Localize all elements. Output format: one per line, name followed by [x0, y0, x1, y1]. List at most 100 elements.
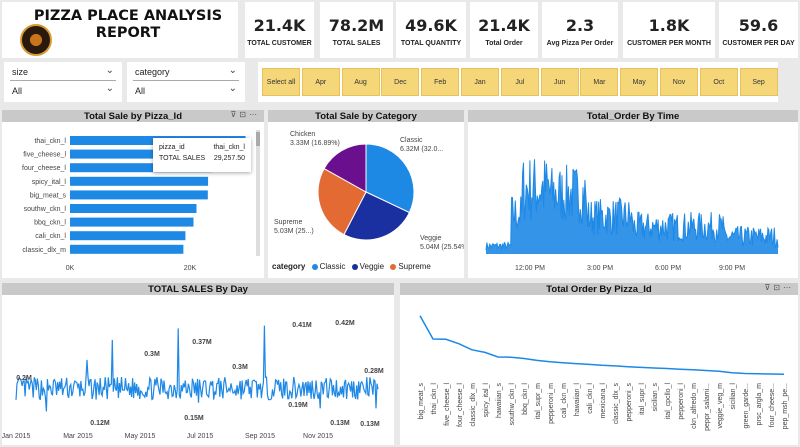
- category-slicer-title: category: [135, 67, 170, 77]
- x-tick-label: spicy_ital_l: [483, 383, 490, 418]
- kpi-card-avg-pizza-per-order: 2.3 Avg Pizza Per Order: [542, 2, 618, 58]
- x-tick-label: 3:00 PM: [587, 265, 613, 272]
- kpi-card-total-sales: 78.2M TOTAL SALES: [320, 2, 393, 58]
- x-tick-label: Jan 2015: [2, 433, 31, 440]
- bar: [70, 204, 197, 213]
- x-tick-label: prsc_argla_m: [756, 383, 763, 426]
- x-tick-label: pepperoni_l: [678, 383, 685, 420]
- x-tick-label: May 2015: [125, 433, 156, 440]
- pie-label: Chicken 3.33M (16.89%): [290, 131, 340, 147]
- pizza-logo-icon: [20, 24, 52, 56]
- kpi-label: Total Order: [485, 40, 523, 47]
- data-label: 0.37M: [192, 339, 212, 346]
- data-label: 0.41M: [292, 322, 312, 329]
- x-tick-label: mexicana_l: [600, 383, 607, 419]
- kpi-value: 49.6K: [405, 16, 457, 35]
- x-tick-label: 12:00 PM: [515, 265, 545, 272]
- kpi-value: 21.4K: [478, 16, 530, 35]
- data-label: 0.28M: [364, 368, 384, 375]
- tooltip-value: thai_ckn_l: [213, 144, 245, 151]
- month-button[interactable]: Select all: [262, 68, 300, 96]
- month-button[interactable]: Dec: [381, 68, 420, 96]
- bar-label: cali_ckn_l: [35, 233, 66, 240]
- tooltip-value: 29,257.50: [213, 155, 245, 162]
- legend-dot-supreme: [390, 263, 397, 270]
- month-button[interactable]: Jan: [461, 68, 499, 96]
- size-slicer-title: size: [12, 67, 29, 77]
- legend-dot-classic: [311, 263, 318, 270]
- x-tick-label: 6:00 PM: [655, 265, 681, 272]
- data-label: 0.19M: [288, 402, 308, 409]
- x-tick-label: Jul 2015: [187, 433, 214, 440]
- divider: [10, 80, 116, 81]
- kpi-card-total-customer: 21.4K TOTAL CUSTOMER: [245, 2, 314, 58]
- kpi-label: CUSTOMER PER DAY: [722, 40, 795, 47]
- size-slicer-value[interactable]: All: [12, 86, 22, 96]
- month-button[interactable]: Mar: [580, 68, 619, 96]
- data-label: 0.3M: [232, 364, 248, 371]
- month-button[interactable]: Feb: [421, 68, 460, 96]
- legend-item[interactable]: Supreme: [398, 262, 430, 271]
- kpi-value: 2.3: [565, 16, 595, 35]
- kpi-value: 78.2M: [328, 16, 385, 35]
- orders-by-pizza-panel: Total Order By Pizza_Id ⊽⊡⋯ big_meat_s th…: [400, 283, 798, 445]
- size-slicer[interactable]: size ⌄ All ⌄: [4, 62, 122, 102]
- kpi-label: TOTAL SALES: [332, 40, 381, 47]
- x-tick-label: classic_dlx_s: [613, 383, 620, 425]
- month-button[interactable]: Apr: [301, 68, 340, 96]
- data-label: 0.12M: [90, 420, 110, 427]
- x-tick-label: sicilian_l: [730, 383, 737, 410]
- month-button[interactable]: Sep: [739, 68, 778, 96]
- month-button[interactable]: Nov: [660, 68, 698, 96]
- sales-by-day-panel: TOTAL SALES By Day 0.2M 0.12M 0.3M 0.37M 0.1…: [2, 283, 394, 445]
- chevron-down-icon[interactable]: ⌄: [106, 83, 114, 94]
- bar: [70, 244, 184, 254]
- bar: [70, 176, 209, 186]
- x-tick-label: 9:00 PM: [719, 265, 745, 272]
- kpi-card-customer-per-month: 1.8K CUSTOMER PER MONTH: [623, 2, 715, 58]
- x-tick-label: 20K: [184, 265, 197, 272]
- month-button[interactable]: Aug: [341, 68, 380, 96]
- pie-chart: Classic6.32M (32.0... Veggie5.04M (25.54%…: [274, 131, 464, 251]
- sales-by-category-panel: Total Sale by Category Classic 6.32M (32.…: [268, 110, 464, 278]
- chevron-down-icon[interactable]: ⌄: [229, 65, 237, 76]
- bar-label: big_meat_s: [30, 192, 67, 199]
- bar-label: classic_dlx_m: [22, 247, 66, 254]
- x-tick-label: cali_ckn_m: [561, 383, 568, 418]
- month-button[interactable]: Jun: [540, 68, 579, 96]
- pie-label: Veggie5.04M (25.54%): [420, 235, 464, 251]
- month-button[interactable]: Jul: [500, 68, 539, 96]
- legend-item[interactable]: Veggie: [360, 262, 384, 271]
- title-panel: PIZZA PLACE ANALYSIS REPORT: [2, 2, 238, 58]
- data-label: 0.13M: [360, 421, 380, 428]
- month-button[interactable]: May: [620, 68, 659, 96]
- x-tick-label: hawaiian_l: [574, 383, 581, 417]
- category-legend: category Classic Veggie Supreme ▶: [272, 262, 480, 271]
- legend-title: category: [272, 262, 306, 271]
- pie-label: Classic 6.32M (32.0...: [400, 137, 443, 153]
- category-slicer-value[interactable]: All: [135, 86, 145, 96]
- month-button[interactable]: Oct: [699, 68, 738, 96]
- bar-label: four_cheese_l: [22, 165, 66, 172]
- category-slicer[interactable]: category ⌄ All ⌄: [127, 62, 245, 102]
- bar-chart: thai_ckn_l five_cheese_l four_cheese_lspic…: [22, 130, 260, 272]
- x-tick-label: cali_ckn_l: [587, 383, 594, 414]
- x-tick-label: veggie_veg_m: [717, 383, 724, 429]
- divider: [133, 80, 239, 81]
- kpi-label: Avg Pizza Per Order: [546, 40, 614, 47]
- line-series: [419, 315, 785, 376]
- x-tick-label: ital_supr_m: [535, 383, 542, 419]
- bar-label: bbq_ckn_l: [34, 220, 66, 227]
- bar-label: five_cheese_l: [23, 152, 66, 159]
- legend-item[interactable]: Classic: [320, 262, 346, 271]
- bar-label: southw_ckn_l: [24, 206, 67, 213]
- data-label: 0.42M: [335, 320, 355, 327]
- chevron-down-icon[interactable]: ⌄: [106, 65, 114, 76]
- tooltip: pizza_id thai_ckn_l TOTAL SALES 29,257.50: [153, 138, 251, 172]
- x-tick-label: pepperoni_m: [548, 383, 555, 424]
- tooltip-key: pizza_id: [159, 144, 185, 151]
- bar: [70, 217, 194, 227]
- scrollbar-thumb: [256, 132, 260, 146]
- chevron-down-icon[interactable]: ⌄: [229, 83, 237, 94]
- x-tick-label: classic_dlx_m: [470, 383, 477, 427]
